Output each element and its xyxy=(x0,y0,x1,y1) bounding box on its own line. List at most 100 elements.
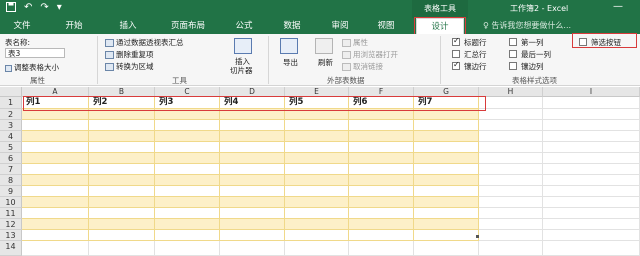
table-body-cell[interactable] xyxy=(220,153,285,164)
table-body-cell[interactable] xyxy=(22,109,89,120)
table-body-cell[interactable] xyxy=(89,175,155,186)
table-body-cell[interactable] xyxy=(349,186,414,197)
table-body-cell[interactable] xyxy=(22,186,89,197)
tab-review[interactable]: 审阅 xyxy=(320,18,360,34)
tell-me-search[interactable]: ♀ 告诉我您想要做什么... xyxy=(483,18,571,34)
table-body-cell[interactable] xyxy=(285,153,349,164)
grid-cell[interactable] xyxy=(22,241,89,256)
table-body-cell[interactable] xyxy=(22,131,89,142)
table-body-cell[interactable] xyxy=(22,230,89,241)
table-body-cell[interactable] xyxy=(220,197,285,208)
table-body-cell[interactable] xyxy=(349,197,414,208)
grid-cell[interactable] xyxy=(349,241,414,256)
table-body-cell[interactable] xyxy=(285,131,349,142)
table-body-cell[interactable] xyxy=(414,208,479,219)
table-body-cell[interactable] xyxy=(89,186,155,197)
grid-cell[interactable] xyxy=(479,197,543,208)
row-header-5[interactable]: 5 xyxy=(0,142,22,153)
grid-cell[interactable] xyxy=(543,109,640,120)
column-header-c[interactable]: C xyxy=(155,87,220,97)
grid-cell[interactable] xyxy=(479,131,543,142)
select-all-corner[interactable] xyxy=(0,87,22,97)
customize-qat-icon[interactable]: ▾ xyxy=(57,2,62,15)
row-header-2[interactable]: 2 xyxy=(0,109,22,120)
table-body-cell[interactable] xyxy=(89,197,155,208)
refresh-icon[interactable] xyxy=(315,38,333,54)
table-body-cell[interactable] xyxy=(414,219,479,230)
table-body-cell[interactable] xyxy=(414,131,479,142)
table-body-cell[interactable] xyxy=(89,109,155,120)
row-header-3[interactable]: 3 xyxy=(0,120,22,131)
redo-icon[interactable]: ↷ xyxy=(40,2,48,15)
table-body-cell[interactable] xyxy=(349,120,414,131)
grid-cell[interactable] xyxy=(543,241,640,256)
export-icon[interactable] xyxy=(280,38,298,54)
tab-home[interactable]: 开始 xyxy=(54,18,94,34)
column-header-h[interactable]: H xyxy=(479,87,543,97)
table-body-cell[interactable] xyxy=(285,208,349,219)
grid-cell[interactable] xyxy=(543,120,640,131)
grid-cell[interactable] xyxy=(543,131,640,142)
table-body-cell[interactable] xyxy=(414,197,479,208)
last-column-checkbox[interactable] xyxy=(509,50,517,58)
table-body-cell[interactable] xyxy=(349,142,414,153)
table-body-cell[interactable] xyxy=(414,186,479,197)
grid-cell[interactable] xyxy=(543,208,640,219)
table-body-cell[interactable] xyxy=(89,164,155,175)
row-header-6[interactable]: 6 xyxy=(0,153,22,164)
table-body-cell[interactable] xyxy=(414,153,479,164)
table-body-cell[interactable] xyxy=(22,175,89,186)
tab-insert[interactable]: 插入 xyxy=(108,18,148,34)
tab-formulas[interactable]: 公式 xyxy=(226,18,262,34)
tab-view[interactable]: 视图 xyxy=(366,18,406,34)
column-header-f[interactable]: F xyxy=(349,87,414,97)
table-body-cell[interactable] xyxy=(220,142,285,153)
table-body-cell[interactable] xyxy=(349,109,414,120)
grid-cell[interactable] xyxy=(543,175,640,186)
convert-to-range-button[interactable]: 转换为区域 xyxy=(105,61,154,72)
total-row-checkbox[interactable] xyxy=(452,50,460,58)
row-header-8[interactable]: 8 xyxy=(0,175,22,186)
grid-cell[interactable] xyxy=(479,186,543,197)
grid-cell[interactable] xyxy=(543,142,640,153)
table-body-cell[interactable] xyxy=(220,164,285,175)
column-header-e[interactable]: E xyxy=(285,87,349,97)
table-body-cell[interactable] xyxy=(414,120,479,131)
table-name-input[interactable]: 表3 xyxy=(5,48,65,58)
column-header-b[interactable]: B xyxy=(89,87,155,97)
grid-cell[interactable] xyxy=(543,197,640,208)
grid-cell[interactable] xyxy=(479,142,543,153)
grid-cell[interactable] xyxy=(479,97,543,109)
column-header-i[interactable]: I xyxy=(543,87,640,97)
table-body-cell[interactable] xyxy=(155,175,220,186)
table-header-cell[interactable]: 列1 xyxy=(22,97,89,109)
grid-cell[interactable] xyxy=(155,241,220,256)
table-header-cell[interactable]: 列6 xyxy=(349,97,414,109)
table-body-cell[interactable] xyxy=(220,109,285,120)
grid-cell[interactable] xyxy=(543,153,640,164)
table-body-cell[interactable] xyxy=(155,230,220,241)
table-body-cell[interactable] xyxy=(414,142,479,153)
grid-cell[interactable] xyxy=(479,120,543,131)
table-body-cell[interactable] xyxy=(285,219,349,230)
tab-page-layout[interactable]: 页面布局 xyxy=(158,18,218,34)
table-body-cell[interactable] xyxy=(285,230,349,241)
row-header-7[interactable]: 7 xyxy=(0,164,22,175)
table-body-cell[interactable] xyxy=(414,230,479,241)
slicer-icon[interactable] xyxy=(234,38,252,54)
table-body-cell[interactable] xyxy=(155,120,220,131)
table-body-cell[interactable] xyxy=(414,109,479,120)
table-body-cell[interactable] xyxy=(155,186,220,197)
save-icon[interactable] xyxy=(6,2,16,15)
row-header-9[interactable]: 9 xyxy=(0,186,22,197)
grid-cell[interactable] xyxy=(220,241,285,256)
table-body-cell[interactable] xyxy=(89,153,155,164)
insert-slicer-label-2[interactable]: 切片器 xyxy=(230,65,253,76)
grid-cell[interactable] xyxy=(543,186,640,197)
table-resize-handle[interactable] xyxy=(476,235,479,238)
table-body-cell[interactable] xyxy=(285,175,349,186)
column-header-a[interactable]: A xyxy=(22,87,89,97)
table-header-cell[interactable]: 列3 xyxy=(155,97,220,109)
table-body-cell[interactable] xyxy=(155,131,220,142)
row-header-13[interactable]: 13 xyxy=(0,230,22,241)
